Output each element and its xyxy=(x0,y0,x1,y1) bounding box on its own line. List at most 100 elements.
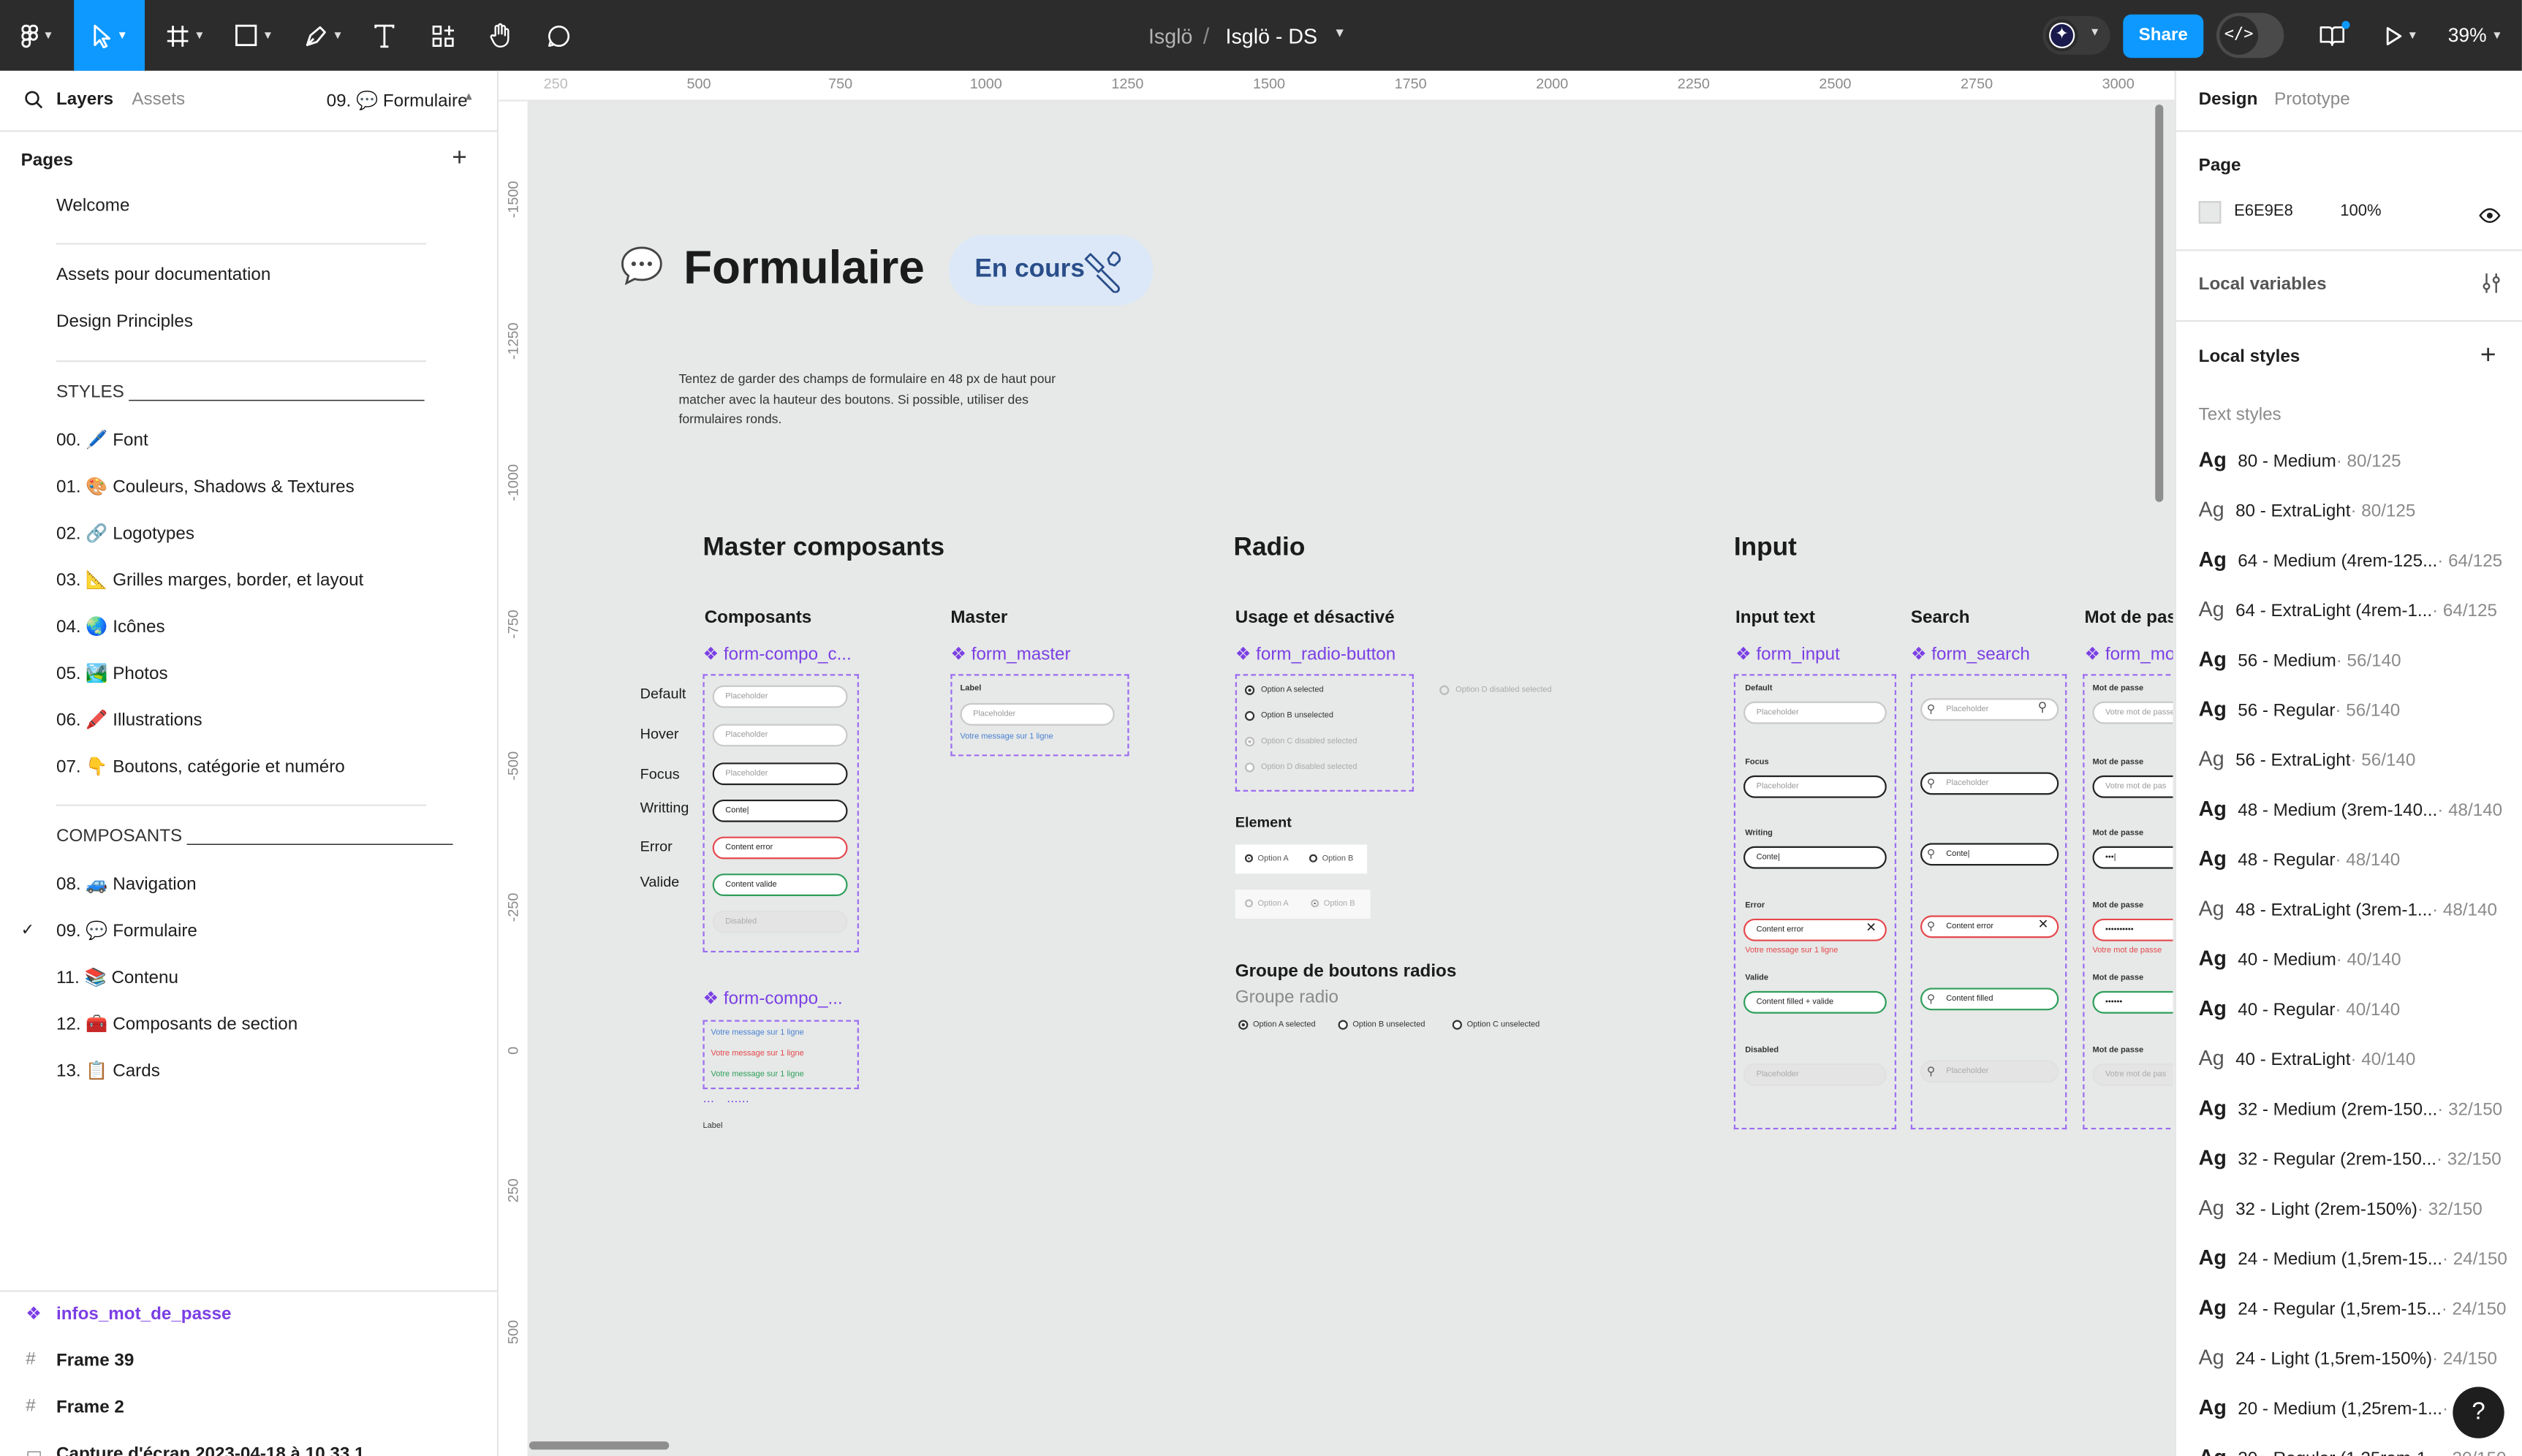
page-item[interactable]: 12. 🧰 Composants de section xyxy=(56,1014,298,1034)
dev-mode-toggle[interactable]: </> xyxy=(2216,12,2284,58)
text-style-item[interactable]: Ag 40 - Medium· 40/140 xyxy=(2199,946,2401,970)
eye-icon[interactable] xyxy=(2479,202,2502,232)
text-style-item[interactable]: Ag 80 - Medium· 80/125 xyxy=(2199,447,2401,471)
component-form-input[interactable]: ❖ form_input xyxy=(1735,643,1840,664)
input-field[interactable]: Content filled + valide xyxy=(1743,990,1887,1014)
password-field[interactable]: •••••••••• xyxy=(2092,918,2173,941)
page-item[interactable]: 05. 🏞️ Photos xyxy=(56,663,168,683)
page-item[interactable]: 09. 💬 Formulaire xyxy=(56,920,197,941)
text-style-item[interactable]: Ag 24 - Medium (1,5rem-15...· 24/150 xyxy=(2199,1245,2507,1270)
resources-button[interactable] xyxy=(421,0,463,71)
text-style-item[interactable]: Ag 64 - Medium (4rem-125...· 64/125 xyxy=(2199,547,2502,571)
text-style-item[interactable]: Ag 32 - Light (2rem-150%)· 32/150 xyxy=(2199,1195,2483,1219)
page-color-swatch[interactable] xyxy=(2198,201,2222,224)
comment-tool-button[interactable] xyxy=(537,0,579,71)
hand-tool-button[interactable] xyxy=(480,0,521,71)
layer-item[interactable]: Capture d'écran 2023-04-18 à 10.33.1 xyxy=(56,1445,364,1456)
input-field[interactable]: Conte| xyxy=(1743,846,1887,869)
vertical-scrollbar[interactable] xyxy=(2155,105,2164,502)
breadcrumb-project[interactable]: Isglö xyxy=(1148,24,1192,48)
radio-icon[interactable] xyxy=(1244,737,1255,747)
multiplayer-avatar-button[interactable]: ✦ ▼ xyxy=(2042,16,2110,55)
component-form-search[interactable]: ❖ form_search xyxy=(1911,643,2030,664)
zoom-menu[interactable]: 39% ▼ xyxy=(2439,0,2512,71)
radio-icon[interactable] xyxy=(1452,1020,1462,1030)
form-field[interactable]: Content error xyxy=(712,836,848,860)
tab-layers[interactable]: Layers xyxy=(56,90,113,109)
page-opacity-value[interactable]: 100% xyxy=(2340,202,2381,220)
radio-icon[interactable] xyxy=(1244,685,1255,695)
search-field[interactable]: Placeholder xyxy=(1920,1060,2059,1083)
text-style-item[interactable]: Ag20 - Medium (1,25rem-1...· 2 xyxy=(2199,1395,2464,1419)
library-button[interactable] xyxy=(2311,0,2353,71)
add-page-icon[interactable]: + xyxy=(452,145,467,174)
form-field[interactable]: Disabled xyxy=(712,910,848,933)
radio-icon[interactable] xyxy=(1244,854,1253,862)
text-style-item[interactable]: Ag 40 - ExtraLight· 40/140 xyxy=(2199,1046,2416,1070)
form-field[interactable]: Content valide xyxy=(712,873,848,897)
layer-item[interactable]: infos_mot_de_passe xyxy=(56,1305,231,1324)
radio-icon[interactable] xyxy=(1311,899,1319,908)
search-field[interactable]: Conte| xyxy=(1920,843,2059,866)
text-style-item[interactable]: Ag 40 - Regular· 40/140 xyxy=(2199,996,2401,1020)
master-input[interactable]: Placeholder xyxy=(960,702,1115,726)
page-item[interactable]: 13. 📋 Cards xyxy=(56,1061,160,1081)
local-variables[interactable]: Local variables xyxy=(2199,275,2327,294)
add-style-icon[interactable]: + xyxy=(2480,339,2496,371)
radio-icon[interactable] xyxy=(1244,899,1253,908)
component-form-compo-c[interactable]: ❖ form-compo_c... xyxy=(703,643,851,664)
text-style-item[interactable]: Ag 56 - Medium· 56/140 xyxy=(2199,647,2401,671)
layer-item[interactable]: Frame 2 xyxy=(56,1398,124,1417)
page-item[interactable]: Assets pour documentation xyxy=(56,265,270,284)
tab-design[interactable]: Design xyxy=(2199,90,2258,109)
tab-assets[interactable]: Assets xyxy=(132,90,185,109)
password-field[interactable]: Votre mot de pas xyxy=(2092,1063,2173,1086)
page-item[interactable]: 00. 🖊️ Font xyxy=(56,430,148,450)
search-field[interactable]: Content filled xyxy=(1920,987,2059,1011)
page-item[interactable]: 01. 🎨 Couleurs, Shadows & Textures xyxy=(56,477,355,497)
layer-item[interactable]: Frame 39 xyxy=(56,1351,134,1370)
clear-icon[interactable]: ✕ xyxy=(2038,917,2049,932)
text-style-item[interactable]: Ag 32 - Medium (2rem-150...· 32/150 xyxy=(2199,1096,2502,1120)
input-field[interactable]: Placeholder xyxy=(1743,775,1887,798)
text-style-item[interactable]: Ag 48 - Medium (3rem-140...· 48/140 xyxy=(2199,797,2502,821)
text-style-item[interactable]: Ag 48 - Regular· 48/140 xyxy=(2199,846,2401,871)
current-page-selector[interactable]: 09. 💬 Formulaire xyxy=(327,90,468,110)
tab-prototype[interactable]: Prototype xyxy=(2274,90,2350,109)
page-item[interactable]: 03. 📐 Grilles marges, border, et layout xyxy=(56,569,363,590)
form-field[interactable]: Placeholder xyxy=(712,685,848,708)
text-style-item[interactable]: Ag 56 - ExtraLight· 56/140 xyxy=(2199,746,2416,770)
text-style-item[interactable]: Ag 24 - Regular (1,5rem-15...· 24/150 xyxy=(2199,1295,2507,1319)
password-field[interactable]: •••| xyxy=(2092,846,2173,869)
password-field[interactable]: Votre mot de passe xyxy=(2092,701,2173,724)
form-field[interactable]: Placeholder xyxy=(712,762,848,786)
canvas[interactable]: Formulaire En cours Tentez de garder des… xyxy=(529,101,2173,1456)
chevron-up-icon[interactable]: ▲ xyxy=(463,91,474,102)
form-field[interactable]: Placeholder xyxy=(712,724,848,747)
text-tool-button[interactable] xyxy=(363,0,405,71)
page-item[interactable]: 07. 👇 Boutons, catégorie et numéro xyxy=(56,757,345,777)
page-item[interactable]: 02. 🔗 Logotypes xyxy=(56,523,194,544)
component-form-radio-button[interactable]: ❖ form_radio-button xyxy=(1235,643,1396,664)
radio-icon[interactable] xyxy=(1338,1020,1348,1030)
text-style-item[interactable]: Ag 32 - Regular (2rem-150...· 32/150 xyxy=(2199,1145,2502,1169)
text-style-item[interactable]: Ag 48 - ExtraLight (3rem-1...· 48/140 xyxy=(2199,896,2497,920)
main-menu-button[interactable]: ▼ xyxy=(10,0,64,71)
page-item[interactable]: 11. 📚 Contenu xyxy=(56,967,178,987)
page-color-value[interactable]: E6E9E8 xyxy=(2234,202,2293,220)
file-menu-chevron-icon[interactable]: ▼ xyxy=(1333,26,1346,40)
help-button[interactable]: ? xyxy=(2453,1387,2504,1438)
form-field[interactable]: Conte| xyxy=(712,799,848,822)
page-item[interactable]: Design Principles xyxy=(56,312,193,331)
text-style-item[interactable]: Ag 64 - ExtraLight (4rem-1...· 64/125 xyxy=(2199,597,2497,621)
page-item[interactable]: 06. 🖍️ Illustrations xyxy=(56,710,202,730)
radio-icon[interactable] xyxy=(1244,762,1255,773)
radio-icon[interactable] xyxy=(1309,854,1317,862)
pen-tool-button[interactable]: ▼ xyxy=(296,0,351,71)
text-style-item[interactable]: Ag 24 - Light (1,5rem-150%)· 24/150 xyxy=(2199,1345,2497,1369)
password-field[interactable]: •••••• xyxy=(2092,990,2173,1014)
component-form-master[interactable]: ❖ form_master xyxy=(950,643,1070,664)
search-layers-icon[interactable] xyxy=(24,90,43,114)
horizontal-scrollbar[interactable] xyxy=(529,1441,670,1450)
password-field[interactable]: Votre mot de pas xyxy=(2092,775,2173,798)
